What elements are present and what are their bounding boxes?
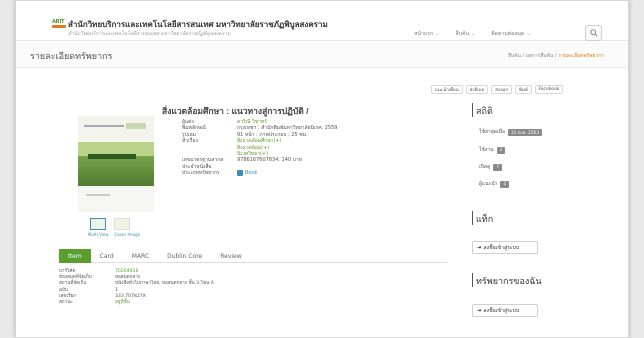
nav-search[interactable]: สืบค้น ⌄: [456, 30, 476, 38]
nav-home[interactable]: หน้าแรก ⌄: [414, 30, 440, 38]
thumbnail-labels: Multi View Cover Image: [88, 232, 140, 237]
item-status: อยู่ที่ชั้น: [115, 300, 130, 306]
search-icon: [589, 29, 598, 37]
chevron-down-icon: ⌄: [526, 31, 531, 37]
stat-badge: 1: [500, 180, 510, 188]
stat-label: ผู้แนะนำ: [479, 181, 498, 187]
tag-login-label: ลงชื่อเข้าสู่ระบบ: [483, 244, 520, 251]
thumbnail-multi-view[interactable]: [90, 218, 106, 230]
cover-logo: [126, 123, 146, 129]
site-logo[interactable]: ARIT: [52, 19, 67, 30]
item-details: บาร์โค้ด 70204416 ห้องสมุดที่จัดเก็บ หอสมุ…: [59, 269, 214, 306]
meta-value: Book: [237, 170, 257, 179]
cover-footer-line: [86, 194, 110, 196]
meta-key: ประเภททรัพยากร: [182, 170, 220, 177]
cover-title-band: [88, 154, 136, 159]
breadcrumb-search[interactable]: สืบค้น: [508, 53, 521, 59]
print-button[interactable]: พิมพ์: [515, 85, 532, 94]
stat-badge: 31 ต.ค. 2563: [508, 128, 543, 136]
meta-row: ประเภททรัพยากร Book: [182, 170, 337, 179]
book-title: สิ่งแวดล้อมศึกษา : แนวทางสู่การปฏิบัติ /: [162, 106, 309, 116]
nav-tracking[interactable]: ติดตามต่อสมุด ⌄: [491, 30, 530, 38]
tab-marc[interactable]: MARC: [123, 249, 158, 263]
tab-card[interactable]: Card: [91, 249, 123, 263]
tag-accent: [472, 211, 473, 225]
stat-badge: 7: [493, 163, 503, 171]
resource-type-label: Book: [245, 170, 258, 177]
stat-last-used: ใช้ล่าสุดเมื่อ 31 ต.ค. 2563: [479, 128, 543, 136]
breadcrumb-results[interactable]: ผลการสืบค้น: [526, 53, 554, 59]
page-title: รายละเอียดทรัพยากร: [30, 51, 113, 61]
record-tabs: Item Card MARC Dublin Core Review: [59, 249, 447, 263]
stat-label: ใช้งาน: [479, 147, 494, 153]
thumb-label-cover[interactable]: Cover Image: [115, 232, 141, 237]
stat-badge: 2: [496, 146, 506, 154]
item-row: สถานะ อยู่ที่ชั้น: [59, 300, 214, 306]
browser-frame: ARIT สำนักวิทยบริการและเทคโนโลยีสารสนเทศ…: [15, 0, 629, 338]
stats-heading: สถิติ: [476, 106, 493, 116]
logo-bar: [52, 25, 66, 28]
login-icon: ⇥: [477, 307, 482, 314]
thumbnail-cover[interactable]: [114, 218, 130, 230]
my-accent: [472, 273, 473, 287]
my-login-label: ลงชื่อเข้าสู่ระบบ: [483, 307, 520, 314]
my-login-button[interactable]: ⇥ ลงชื่อเข้าสู่ระบบ: [472, 304, 538, 317]
tag-heading: แท็ก: [476, 214, 494, 224]
action-bar: แนะนำเพื่อน ส่งอีเมล ส่งออก พิมพ์ Facebo…: [431, 85, 564, 94]
recommend-button[interactable]: แนะนำเพื่อน: [431, 85, 463, 94]
breadcrumb-current: รายละเอียดทรัพยากร: [558, 53, 604, 59]
item-value: หนังสือทั่วไปภาษาไทย, หอสมุดกลาง ชั้น 3 …: [115, 281, 214, 287]
tab-item[interactable]: Item: [59, 249, 91, 263]
stats-accent: [472, 103, 473, 117]
resource-type: Book: [237, 170, 258, 177]
stat-recommenders: ผู้แนะนำ 1: [479, 180, 510, 188]
facebook-button[interactable]: Facebook: [534, 85, 564, 94]
export-button[interactable]: ส่งออก: [491, 85, 513, 94]
site-header: ARIT สำนักวิทยบริการและเทคโนโลยีสารสนเทศ…: [16, 1, 628, 41]
search-button[interactable]: [585, 25, 602, 41]
page-header: รายละเอียดทรัพยากร สืบค้น / ผลการสืบค้น …: [16, 42, 628, 68]
meta-value: 9786167607834: 140 บาท: [237, 157, 303, 164]
book-icon: [237, 170, 243, 177]
top-nav: หน้าแรก ⌄ สืบค้น ⌄ ติดตามต่อสมุด ⌄: [414, 30, 531, 38]
stat-label: ใช้ล่าสุดเมื่อ: [479, 129, 506, 135]
cover-top: [78, 116, 154, 142]
stat-views: เปิดดู 7: [479, 163, 503, 171]
stat-uses: ใช้งาน 2: [479, 146, 506, 154]
cover-footer: [78, 186, 154, 212]
my-resources-heading: ทรัพยากรของฉัน: [476, 276, 542, 286]
stat-label: เปิดดู: [479, 164, 491, 170]
book-metadata: ผู้แต่ง ดาริณี วิชาทร์ พิมพลักษณ์ กรุงเทพฯ…: [182, 119, 337, 179]
tab-review[interactable]: Review: [211, 249, 250, 263]
tag-login-button[interactable]: ⇥ ลงชื่อเข้าสู่ระบบ: [472, 241, 538, 254]
breadcrumb: สืบค้น / ผลการสืบค้น / รายละเอียดทรัพยาก…: [507, 53, 604, 59]
tab-dublin-core[interactable]: Dublin Core: [158, 249, 211, 263]
cover-text-line: [84, 125, 124, 127]
thumb-label-multi[interactable]: Multi View: [88, 232, 109, 237]
item-key: สถานะ: [59, 300, 73, 306]
chevron-down-icon: ⌄: [435, 31, 440, 37]
book-cover-image[interactable]: [78, 116, 154, 186]
email-button[interactable]: ส่งอีเมล: [465, 85, 489, 94]
thumbnail-strip: [90, 218, 130, 230]
login-icon: ⇥: [477, 244, 482, 251]
chevron-down-icon: ⌄: [471, 31, 476, 37]
site-subtitle: สำนักวิทยบริการและเทคโนโลยีสารสนเทศ มหาว…: [68, 31, 231, 37]
